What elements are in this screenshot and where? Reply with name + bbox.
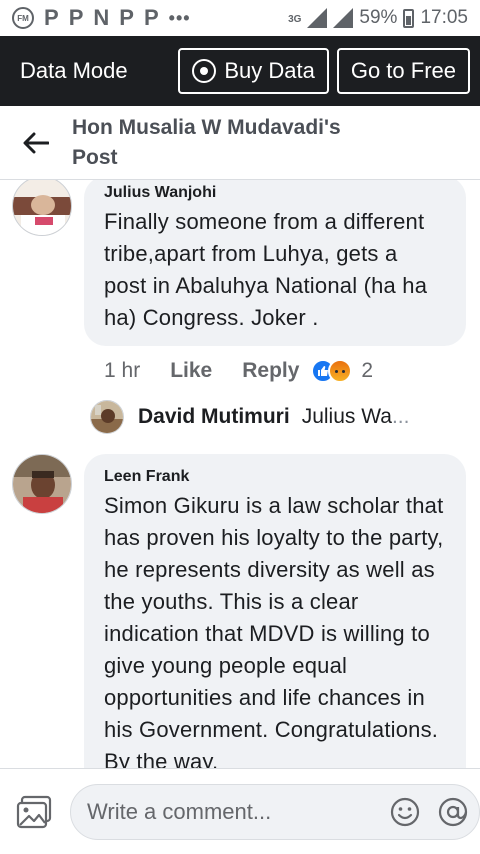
comment-bubble: Julius Wanjohi Finally someone from a di… [84, 180, 466, 346]
reply-snippet-ellipsis: ... [391, 405, 410, 428]
p-icon: P [119, 5, 134, 30]
comment-time: 1 hr [104, 359, 141, 382]
comment-author[interactable]: Julius Wanjohi [104, 184, 446, 202]
comment-composer [0, 768, 480, 854]
comment-text: Finally someone from a different tribe,a… [104, 209, 428, 330]
battery-icon [403, 8, 415, 28]
network-type: 3G [288, 14, 302, 25]
avatar[interactable] [12, 454, 72, 514]
photo-icon[interactable] [16, 795, 52, 829]
back-arrow-icon[interactable] [0, 106, 72, 180]
post-title: Hon Musalia W Mudavadi's Post [72, 115, 341, 169]
mention-icon[interactable] [435, 794, 471, 830]
reply-snippet: Julius Wa [301, 405, 392, 428]
p-icon: P [143, 5, 159, 30]
comment-input-wrapper [70, 783, 480, 840]
system-status: 3G 59% 17:05 [288, 7, 468, 29]
reactions-summary[interactable] [311, 358, 353, 384]
reaction-count: 2 [361, 359, 374, 382]
comment-text: Simon Gikuru is a law scholar that has p… [104, 493, 444, 768]
avatar[interactable] [12, 180, 72, 236]
p-icon: P [68, 5, 84, 30]
battery-percent: 59% [359, 7, 398, 28]
post-header: Hon Musalia W Mudavadi's Post [0, 106, 480, 180]
n-icon: N [93, 5, 110, 30]
comment-bubble: Leen Frank Simon Gikuru is a law scholar… [84, 454, 466, 768]
status-bar: FM P P N P P ••• 3G 59% 17:05 [0, 0, 480, 36]
reply-preview[interactable]: David Mutimuri Julius Wa ... [90, 400, 409, 434]
p-icon: P [44, 5, 59, 30]
clock: 17:05 [420, 7, 468, 28]
data-mode-label: Data Mode [20, 58, 128, 83]
avatar [90, 400, 124, 434]
signal-icon [333, 8, 354, 28]
comments-list: Julius Wanjohi Finally someone from a di… [0, 180, 480, 768]
reply-button[interactable]: Reply [242, 359, 299, 383]
angry-reaction-icon [328, 359, 353, 383]
comment-author[interactable]: Leen Frank [104, 468, 446, 486]
comment-input[interactable] [87, 798, 375, 825]
like-button[interactable]: Like [170, 359, 212, 383]
data-mode-bar: Data Mode Buy Data Go to Free [0, 36, 480, 106]
comment-actions: 1 hr Like Reply 2 [104, 358, 373, 384]
more-dots-icon: ••• [168, 7, 191, 28]
broadcast-icon [192, 59, 217, 83]
buy-data-button[interactable]: Buy Data [178, 48, 329, 94]
fm-radio-icon: FM [12, 7, 34, 29]
emoji-icon[interactable] [387, 794, 423, 830]
reply-author: David Mutimuri [138, 405, 290, 428]
buy-data-label: Buy Data [224, 58, 315, 83]
signal-icon [307, 8, 328, 28]
go-to-free-label: Go to Free [350, 58, 456, 83]
notification-icons: FM P P N P P ••• [12, 5, 191, 31]
go-to-free-button[interactable]: Go to Free [336, 48, 470, 94]
